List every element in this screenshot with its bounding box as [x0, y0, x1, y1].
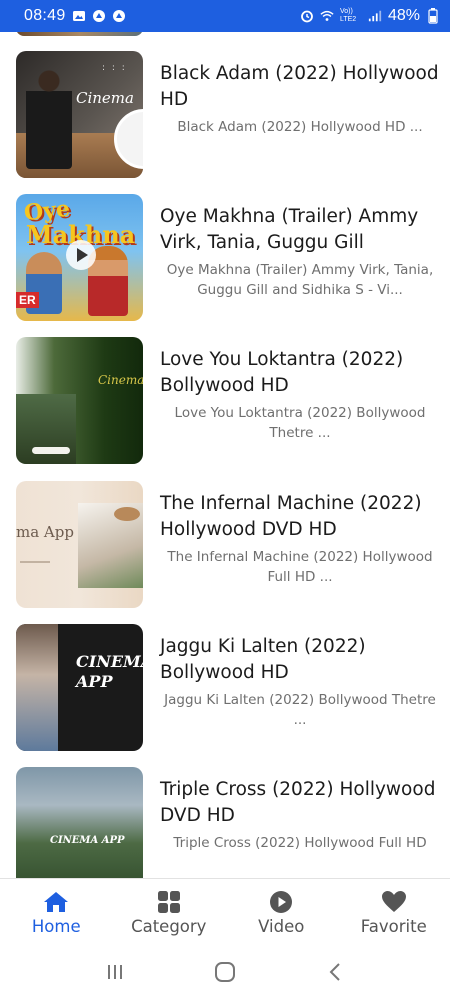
app-notification-icon — [92, 9, 106, 23]
item-title: Triple Cross (2022) Hollywood DVD HD — [160, 779, 436, 826]
grid-icon — [156, 889, 182, 915]
thumbnail-text: Cinema — [98, 373, 143, 387]
nav-favorite-label: Favorite — [360, 917, 427, 936]
video-thumbnail[interactable]: : : : Cinema — [16, 51, 143, 178]
video-thumbnail[interactable]: CINEMA APP — [16, 624, 143, 751]
thumbnail-text: CINEMA APP — [50, 835, 125, 846]
play-circle-icon — [268, 889, 294, 915]
nav-home-label: Home — [31, 917, 81, 936]
item-subtitle: Love You Loktantra (2022) Bollywood Thet… — [174, 405, 426, 441]
nav-video-label: Video — [258, 917, 305, 936]
signal-icon — [368, 9, 382, 23]
play-icon — [66, 240, 96, 270]
status-bar: 08:49 Vo)) LTE2 48% — [0, 0, 450, 32]
list-item[interactable]: CINEMA APP Jaggu Ki Lalten (2022) Bollyw… — [0, 624, 450, 752]
item-title: Black Adam (2022) Hollywood HD — [160, 63, 439, 110]
network-label: Vo)) LTE2 — [339, 8, 357, 23]
alarm-icon — [300, 9, 314, 23]
nav-category[interactable]: Category — [113, 879, 226, 944]
item-subtitle: Triple Cross (2022) Hollywood Full HD — [173, 835, 427, 851]
item-subtitle: The Infernal Machine (2022) Hollywood Fu… — [167, 549, 433, 585]
list-item[interactable]: Oye Makhna ER Oye Makhna (Trailer) Ammy … — [0, 194, 450, 322]
battery-icon — [426, 8, 440, 24]
partial-thumbnail — [16, 32, 143, 36]
bottom-navigation: Home Category Video Favorite — [0, 878, 450, 944]
list-item[interactable]: : : : Cinema Black Adam (2022) Hollywood… — [0, 51, 450, 179]
list-item[interactable]: CINEMA APP Triple Cross (2022) Hollywood… — [0, 767, 450, 878]
home-button[interactable] — [205, 952, 245, 992]
video-thumbnail[interactable]: CINEMA APP — [16, 767, 143, 878]
list-item[interactable]: Cinema Love You Loktantra (2022) Bollywo… — [0, 337, 450, 465]
item-title: Love You Loktantra (2022) Bollywood HD — [160, 349, 404, 396]
system-navigation-bar — [0, 944, 450, 1000]
thumbnail-text: ma App — [16, 523, 74, 541]
heart-icon — [381, 889, 407, 915]
nav-favorite[interactable]: Favorite — [338, 879, 450, 944]
battery-level: 48% — [387, 7, 420, 24]
gallery-notification-icon — [72, 9, 86, 23]
thumbnail-text: CINEMA APP — [76, 652, 143, 691]
item-title: The Infernal Machine (2022) Hollywood DV… — [160, 493, 422, 540]
item-subtitle: Black Adam (2022) Hollywood HD ... — [177, 119, 423, 135]
video-list[interactable]: : : : Cinema Black Adam (2022) Hollywood… — [0, 32, 450, 878]
item-subtitle: Oye Makhna (Trailer) Ammy Virk, Tania, G… — [166, 262, 434, 298]
recent-apps-button[interactable] — [95, 952, 135, 992]
item-title: Oye Makhna (Trailer) Ammy Virk, Tania, G… — [160, 206, 419, 253]
video-thumbnail[interactable]: Cinema — [16, 337, 143, 464]
app-notification-icon — [112, 9, 126, 23]
video-thumbnail[interactable]: ma App — [16, 481, 143, 608]
status-time: 08:49 — [24, 7, 66, 24]
wifi-icon — [320, 9, 334, 23]
nav-video[interactable]: Video — [225, 879, 338, 944]
home-icon — [43, 889, 69, 915]
nav-home[interactable]: Home — [0, 879, 113, 944]
back-button[interactable] — [315, 952, 355, 992]
thumbnail-text: Cinema — [76, 89, 134, 107]
nav-category-label: Category — [131, 917, 207, 936]
item-subtitle: Jaggu Ki Lalten (2022) Bollywood Thetre … — [164, 692, 436, 728]
video-thumbnail[interactable]: Oye Makhna ER — [16, 194, 143, 321]
list-item[interactable]: ma App The Infernal Machine (2022) Holly… — [0, 481, 450, 609]
item-title: Jaggu Ki Lalten (2022) Bollywood HD — [160, 636, 366, 683]
